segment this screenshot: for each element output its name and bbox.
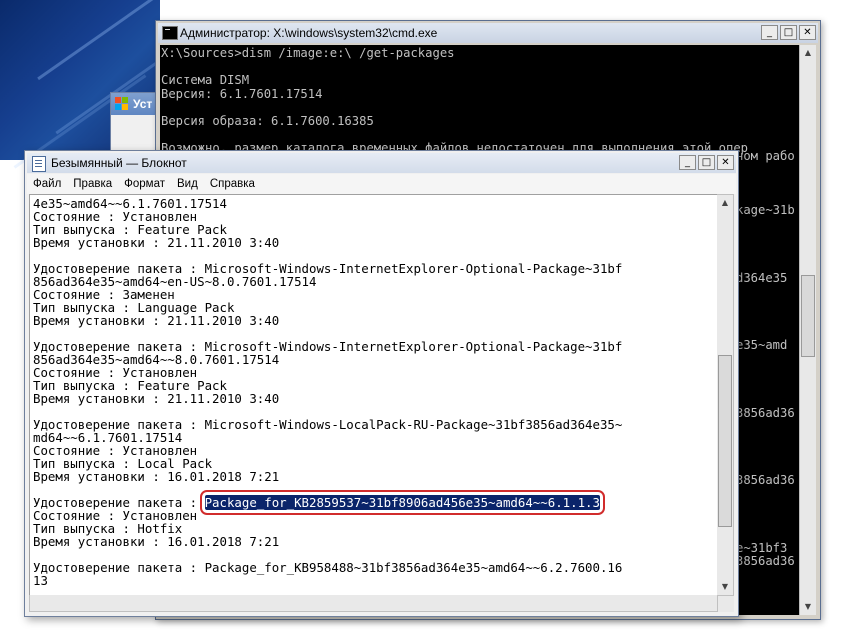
cmd-output-fragment xyxy=(736,258,800,272)
notepad-text-line: Время установки : 21.11.2010 3:40 xyxy=(33,392,717,405)
cmd-output-fragment: d364e35 xyxy=(736,270,788,285)
cmd-titlebar[interactable]: Администратор: X:\windows\system32\cmd.e… xyxy=(158,23,818,43)
cmd-scrollbar-thumb[interactable] xyxy=(801,275,815,357)
cmd-output-fragment xyxy=(736,488,800,502)
cmd-output-fragment: e~31bf3 xyxy=(736,540,788,555)
cmd-output-fragment xyxy=(736,515,800,529)
cmd-window-controls: _ □ ✕ xyxy=(761,25,816,40)
cmd-output-fragment xyxy=(736,245,800,259)
notepad-window-controls: _ □ ✕ xyxy=(679,155,734,170)
notepad-text-area[interactable]: 4e35~amd64~~6.1.7601.17514 Состояние : Ус… xyxy=(29,194,718,596)
cmd-output-fragment xyxy=(736,393,800,407)
notepad-line-text: Удостоверение пакета : Package_for_KB958… xyxy=(33,560,623,575)
notepad-maximize-button[interactable]: □ xyxy=(698,155,715,170)
notepad-text-line: Удостоверение пакета : Package_for_KB958… xyxy=(33,561,717,574)
cmd-close-button[interactable]: ✕ xyxy=(799,25,816,40)
cmd-output-fragment xyxy=(736,326,800,340)
menu-file[interactable]: Файл xyxy=(27,178,67,190)
windows-setup-icon xyxy=(115,97,128,110)
scroll-down-arrow-icon[interactable]: ▼ xyxy=(717,579,733,595)
cmd-output-fragment: 3856ad36 xyxy=(736,405,795,420)
cmd-icon xyxy=(162,26,178,40)
notepad-text-line: Время установки : 16.01.2018 7:21 xyxy=(33,470,717,483)
notepad-text-line: Время установки : 21.11.2010 3:40 xyxy=(33,236,717,249)
scroll-down-arrow-icon[interactable]: ▼ xyxy=(800,599,816,615)
notepad-scrollbar-thumb[interactable] xyxy=(718,355,732,527)
cmd-visible-output-fragment: ном рабо kage~31b d364e35 e35~amd 3856ad… xyxy=(736,149,800,569)
cmd-output-fragment xyxy=(736,434,800,448)
notepad-line-text: Время установки : 21.11.2010 3:40 xyxy=(33,391,280,406)
cmd-output-line xyxy=(161,128,800,142)
menu-help[interactable]: Справка xyxy=(204,178,261,190)
scroll-up-arrow-icon[interactable]: ▲ xyxy=(800,45,816,61)
menu-edit[interactable]: Правка xyxy=(67,178,118,190)
cmd-output-fragment: 3856ad36 xyxy=(736,473,795,487)
menu-format[interactable]: Формат xyxy=(118,178,171,190)
notepad-line-text: Время установки : 21.11.2010 3:40 xyxy=(33,313,280,328)
cmd-output-fragment: e35~amd xyxy=(736,338,788,352)
notepad-titlebar[interactable]: Безымянный — Блокнот _ □ ✕ xyxy=(27,153,736,173)
notepad-window[interactable]: Безымянный — Блокнот _ □ ✕ Файл Правка Ф… xyxy=(24,150,739,617)
cmd-output-fragment xyxy=(736,366,800,380)
cmd-output-line: Версия: 6.1.7601.17514 xyxy=(161,86,323,101)
cmd-output-fragment xyxy=(736,380,800,394)
cmd-output-fragment xyxy=(736,231,800,245)
notepad-line-text: Время установки : 21.11.2010 3:40 xyxy=(33,235,280,250)
notepad-window-title: Безымянный — Блокнот xyxy=(51,156,187,170)
highlighted-package-name[interactable]: Package_for_KB2859537~31bf8906ad456e35~a… xyxy=(199,490,605,515)
notepad-line-text: Время установки : 16.01.2018 7:21 xyxy=(33,534,280,549)
cmd-output-fragment xyxy=(736,191,800,205)
cmd-output-fragment xyxy=(736,501,800,515)
notepad-resize-corner[interactable] xyxy=(718,596,734,612)
cmd-minimize-button[interactable]: _ xyxy=(761,25,778,40)
cmd-output-line: Система DISM xyxy=(161,73,250,87)
cmd-maximize-button[interactable]: □ xyxy=(780,25,797,40)
notepad-minimize-button[interactable]: _ xyxy=(679,155,696,170)
cmd-output-fragment xyxy=(736,164,800,178)
menu-view[interactable]: Вид xyxy=(171,178,204,190)
cmd-window-title: Администратор: X:\windows\system32\cmd.e… xyxy=(180,26,438,40)
notepad-horizontal-scrollbar[interactable] xyxy=(29,595,718,612)
cmd-output-line: Версия образа: 6.1.7600.16385 xyxy=(161,113,374,128)
cmd-output-fragment xyxy=(736,447,800,461)
notepad-icon xyxy=(32,156,46,172)
notepad-text-line: Время установки : 16.01.2018 7:21 xyxy=(33,535,717,548)
setup-window-title: Уст xyxy=(133,97,153,111)
notepad-text-line: Время установки : 21.11.2010 3:40 xyxy=(33,314,717,327)
cmd-output-fragment xyxy=(736,353,800,367)
notepad-vertical-scrollbar[interactable]: ▲ ▼ xyxy=(717,194,734,596)
notepad-line-text: 13 xyxy=(33,573,48,588)
cmd-output-fragment xyxy=(736,285,800,299)
cmd-output-fragment xyxy=(736,177,800,191)
scroll-up-arrow-icon[interactable]: ▲ xyxy=(717,195,733,211)
cmd-output-line: X:\Sources>dism /image:e:\ /get-packages xyxy=(161,46,455,60)
notepad-close-button[interactable]: ✕ xyxy=(717,155,734,170)
cmd-output-fragment xyxy=(736,218,800,232)
cmd-output-fragment xyxy=(736,528,800,542)
notepad-line-text: Время установки : 16.01.2018 7:21 xyxy=(33,469,280,484)
cmd-output-fragment xyxy=(736,299,800,313)
cmd-output-line xyxy=(161,61,800,75)
notepad-menubar: Файл Правка Формат Вид Справка xyxy=(27,174,736,194)
notepad-text-line: 13 xyxy=(33,574,717,587)
cmd-output-line xyxy=(161,101,800,115)
cmd-output-fragment: ном рабо xyxy=(736,149,795,163)
cmd-output-fragment xyxy=(736,420,800,434)
cmd-output-fragment xyxy=(736,461,800,475)
cmd-output-fragment: 3856ad36 xyxy=(736,554,795,568)
cmd-output-fragment xyxy=(736,312,800,326)
cmd-scrollbar[interactable]: ▲ ▼ xyxy=(799,45,816,615)
cmd-output-fragment: kage~31b xyxy=(736,203,795,217)
